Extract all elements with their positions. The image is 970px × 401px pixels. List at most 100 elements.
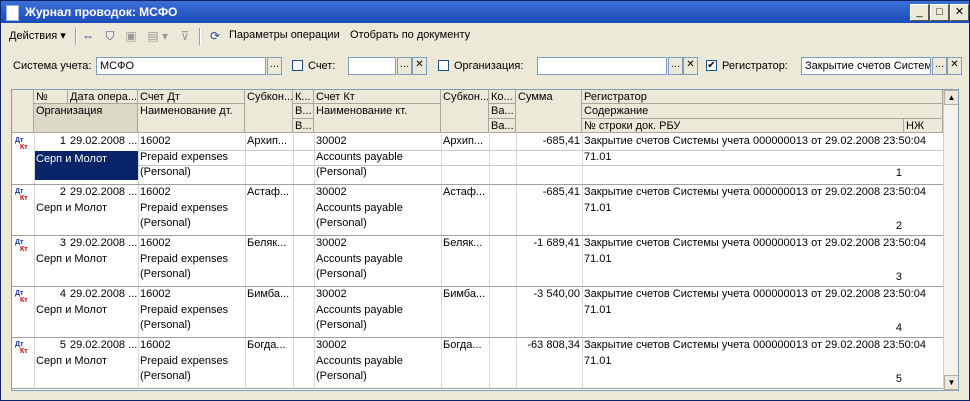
row-rbu-line[interactable]: 4 bbox=[582, 321, 904, 337]
header-content[interactable]: Содержание bbox=[582, 104, 943, 119]
header-number[interactable]: № bbox=[34, 90, 68, 104]
registrar-checkbox[interactable]: ✔ bbox=[706, 60, 717, 71]
header-subconto-credit[interactable]: Субкон... bbox=[441, 90, 489, 133]
accounting-system-field[interactable]: МСФО bbox=[96, 57, 266, 75]
row-date[interactable]: 29.02.2008 ... bbox=[68, 287, 138, 303]
row-number[interactable]: 2 bbox=[34, 185, 68, 201]
account-field[interactable] bbox=[348, 57, 396, 75]
organization-checkbox[interactable] bbox=[438, 60, 449, 71]
header-credit-account[interactable]: Счет Кт bbox=[314, 90, 441, 104]
header-currency-sum-credit[interactable]: Ва... bbox=[489, 119, 516, 133]
account-checkbox[interactable] bbox=[292, 60, 303, 71]
row-credit-account[interactable]: 30002 bbox=[314, 236, 441, 252]
row-organization[interactable]: Серп и Молот bbox=[34, 201, 138, 233]
header-debit-account[interactable]: Счет Дт bbox=[138, 90, 245, 104]
column-width-icon[interactable]: ⇔ bbox=[80, 28, 96, 44]
row-debit-name-2[interactable]: (Personal) bbox=[138, 216, 245, 232]
row-subconto-credit[interactable]: Астаф... bbox=[441, 185, 489, 201]
row-organization[interactable]: Серп и Молот bbox=[34, 303, 138, 335]
header-rbu-line[interactable]: № строки док. РБУ bbox=[582, 119, 904, 133]
row-debit-name-1[interactable]: Prepaid expenses bbox=[138, 303, 245, 319]
row-debit-name-1[interactable]: Prepaid expenses bbox=[138, 201, 245, 217]
row-subconto-debit[interactable]: Астаф... bbox=[245, 185, 293, 201]
row-number[interactable]: 4 bbox=[34, 287, 68, 303]
table-row[interactable]: Дт Кт 5 29.02.2008 ... Серп и Молот 16002 Prep… bbox=[12, 338, 943, 389]
row-debit-name-2[interactable]: (Personal) bbox=[138, 369, 245, 385]
row-registrar[interactable]: Закрытие счетов Системы учета 000000013 … bbox=[582, 287, 943, 303]
row-organization[interactable]: Серп и Молот bbox=[34, 354, 138, 386]
header-currency-sum-debit[interactable]: В... bbox=[293, 119, 314, 133]
row-credit-name-1[interactable]: Accounts payable bbox=[314, 354, 441, 370]
table-row[interactable]: Дт Кт 4 29.02.2008 ... Серп и Молот 16002 Prep… bbox=[12, 287, 943, 338]
row-content[interactable]: 71.01 bbox=[582, 150, 943, 166]
header-subconto-debit[interactable]: Субкон... bbox=[245, 90, 293, 133]
row-credit-account[interactable]: 30002 bbox=[314, 287, 441, 303]
refresh-icon[interactable]: ⟳ bbox=[207, 28, 223, 44]
minimize-button[interactable]: _ bbox=[910, 4, 929, 21]
header-date[interactable]: Дата опера... bbox=[68, 90, 138, 104]
row-credit-account[interactable]: 30002 bbox=[314, 185, 441, 201]
registrar-field[interactable]: Закрытие счетов Систем bbox=[801, 57, 931, 75]
row-registrar[interactable]: Закрытие счетов Системы учета 000000013 … bbox=[582, 134, 943, 150]
row-date[interactable]: 29.02.2008 ... bbox=[68, 338, 138, 354]
row-subconto-credit[interactable]: Архип... bbox=[441, 134, 489, 150]
row-subconto-debit[interactable]: Беляк... bbox=[245, 236, 293, 252]
header-credit-name[interactable]: Наименование кт. bbox=[314, 104, 441, 133]
clear-filter-icon[interactable]: ⊽ bbox=[177, 28, 193, 44]
row-credit-name-1[interactable]: Accounts payable bbox=[314, 150, 441, 166]
row-subconto-debit[interactable]: Богда... bbox=[245, 338, 293, 354]
print-dropdown-icon[interactable]: ▾ bbox=[161, 28, 169, 44]
copy-icon[interactable]: ▣ bbox=[123, 28, 139, 44]
header-quantity-credit[interactable]: Ко... bbox=[489, 90, 516, 104]
row-date[interactable]: 29.02.2008 ... bbox=[68, 236, 138, 252]
row-credit-name-1[interactable]: Accounts payable bbox=[314, 252, 441, 268]
operation-params-button[interactable]: Параметры операции bbox=[229, 29, 340, 41]
header-quantity-debit[interactable]: К... bbox=[293, 90, 314, 104]
row-organization[interactable]: Серп и Молот bbox=[33, 150, 139, 181]
row-credit-name-2[interactable]: (Personal) bbox=[314, 216, 441, 232]
header-registrar[interactable]: Регистратор bbox=[582, 90, 943, 104]
row-credit-name-1[interactable]: Accounts payable bbox=[314, 201, 441, 217]
row-organization[interactable]: Серп и Молот bbox=[34, 252, 138, 284]
row-date[interactable]: 29.02.2008 ... bbox=[68, 134, 138, 150]
row-registrar[interactable]: Закрытие счетов Системы учета 000000013 … bbox=[582, 236, 943, 252]
row-credit-name-1[interactable]: Accounts payable bbox=[314, 303, 441, 319]
row-sum[interactable]: -1 689,41 bbox=[516, 236, 582, 252]
accounting-system-select-button[interactable]: … bbox=[267, 57, 282, 75]
scroll-up-icon[interactable]: ▲ bbox=[944, 90, 958, 105]
header-currency-credit[interactable]: Ва... bbox=[489, 104, 516, 119]
row-subconto-debit[interactable]: Архип... bbox=[245, 134, 293, 150]
print-icon[interactable]: ▤ bbox=[145, 28, 161, 44]
row-credit-account[interactable]: 30002 bbox=[314, 134, 441, 150]
row-credit-name-2[interactable]: (Personal) bbox=[314, 369, 441, 385]
row-subconto-credit[interactable]: Беляк... bbox=[441, 236, 489, 252]
row-subconto-debit[interactable]: Бимба... bbox=[245, 287, 293, 303]
table-row[interactable]: Дт Кт 3 29.02.2008 ... Серп и Молот 16002 Prep… bbox=[12, 236, 943, 287]
registrar-clear-button[interactable]: ✕ bbox=[947, 57, 962, 75]
row-debit-name-2[interactable]: (Personal) bbox=[138, 318, 245, 334]
row-content[interactable]: 71.01 bbox=[582, 303, 943, 319]
header-organization[interactable]: Организация bbox=[34, 104, 138, 133]
header-currency-debit[interactable]: В... bbox=[293, 104, 314, 119]
account-clear-button[interactable]: ✕ bbox=[412, 57, 427, 75]
row-debit-name-2[interactable]: (Personal) bbox=[138, 267, 245, 283]
row-rbu-line[interactable]: 3 bbox=[582, 270, 904, 286]
row-number[interactable]: 5 bbox=[34, 338, 68, 354]
scroll-down-icon[interactable]: ▼ bbox=[944, 375, 958, 390]
row-sum[interactable]: -685,41 bbox=[516, 185, 582, 201]
row-debit-account[interactable]: 16002 bbox=[138, 185, 245, 201]
row-date[interactable]: 29.02.2008 ... bbox=[68, 185, 138, 201]
row-content[interactable]: 71.01 bbox=[582, 252, 943, 268]
row-registrar[interactable]: Закрытие счетов Системы учета 000000013 … bbox=[582, 185, 943, 201]
row-sum[interactable]: -63 808,34 bbox=[516, 338, 582, 354]
vertical-scrollbar[interactable]: ▲ ▼ bbox=[943, 90, 958, 390]
row-subconto-credit[interactable]: Бимба... bbox=[441, 287, 489, 303]
row-credit-account[interactable]: 30002 bbox=[314, 338, 441, 354]
header-debit-name[interactable]: Наименование дт. bbox=[138, 104, 245, 133]
row-registrar[interactable]: Закрытие счетов Системы учета 000000013 … bbox=[582, 338, 943, 354]
row-rbu-line[interactable]: 5 bbox=[582, 372, 904, 388]
row-number[interactable]: 1 bbox=[34, 134, 68, 150]
organization-select-button[interactable]: … bbox=[668, 57, 683, 75]
row-debit-name-2[interactable]: (Personal) bbox=[138, 165, 245, 181]
row-sum[interactable]: -3 540,00 bbox=[516, 287, 582, 303]
